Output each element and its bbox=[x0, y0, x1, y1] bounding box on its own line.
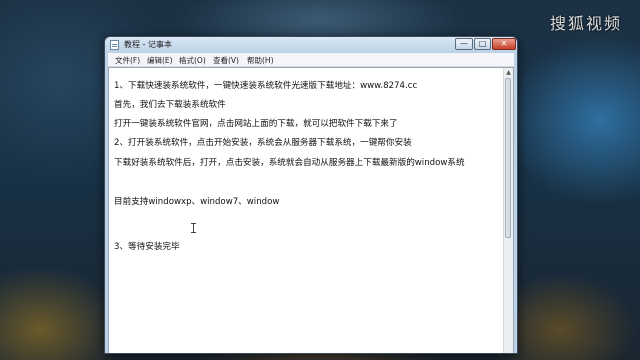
document-line: 2、打开装系统软件，点击开始安装，系统会从服务器下载系统，一键帮你安装 bbox=[114, 138, 412, 148]
notepad-window[interactable]: 教程 - 记事本 — □ ✕ 文件(F) 编辑(E) 格式(O) 查看(V) 帮… bbox=[104, 36, 518, 354]
vertical-scrollbar[interactable]: ▲ bbox=[503, 68, 513, 353]
close-button[interactable]: ✕ bbox=[492, 38, 516, 50]
document-line: 下载好装系统软件后，打开，点击安装，系统就会自动从服务器上下载最新版的windo… bbox=[114, 158, 465, 168]
text-editor[interactable]: 1、下载快速装系统软件，一键快速装系统软件光速版下载地址：www.8274.cc… bbox=[108, 67, 514, 353]
document-line: 首先，我们去下载装系统软件 bbox=[114, 100, 226, 110]
document-line: 打开一键装系统软件官网，点击网站上面的下载，就可以把软件下载下来了 bbox=[114, 119, 398, 129]
watermark: 搜狐视频 bbox=[549, 14, 622, 33]
minimize-button[interactable]: — bbox=[455, 38, 473, 50]
document-text[interactable]: 1、下载快速装系统软件，一键快速装系统软件光速版下载地址：www.8274.cc… bbox=[114, 68, 501, 353]
menu-bar: 文件(F) 编辑(E) 格式(O) 查看(V) 帮助(H) bbox=[108, 53, 514, 67]
menu-view[interactable]: 查看(V) bbox=[213, 55, 239, 66]
menu-file[interactable]: 文件(F) bbox=[115, 55, 140, 66]
scroll-thumb[interactable] bbox=[505, 78, 511, 238]
menu-edit[interactable]: 编辑(E) bbox=[147, 55, 173, 66]
document-line: 1、下载快速装系统软件，一键快速装系统软件光速版下载地址：www.8274.cc bbox=[114, 81, 418, 91]
title-bar[interactable]: 教程 - 记事本 — □ ✕ bbox=[105, 37, 517, 53]
scroll-up-arrow-icon[interactable]: ▲ bbox=[504, 68, 513, 77]
notepad-icon[interactable] bbox=[110, 40, 119, 50]
text-cursor-icon bbox=[191, 223, 196, 233]
document-line: 目前支持windowxp、window7、window bbox=[114, 197, 280, 207]
window-title: 教程 - 记事本 bbox=[124, 40, 172, 49]
maximize-button[interactable]: □ bbox=[474, 38, 491, 50]
document-line: 3、等待安装完毕 bbox=[114, 242, 180, 252]
menu-help[interactable]: 帮助(H) bbox=[247, 55, 274, 66]
menu-format[interactable]: 格式(O) bbox=[179, 55, 206, 66]
